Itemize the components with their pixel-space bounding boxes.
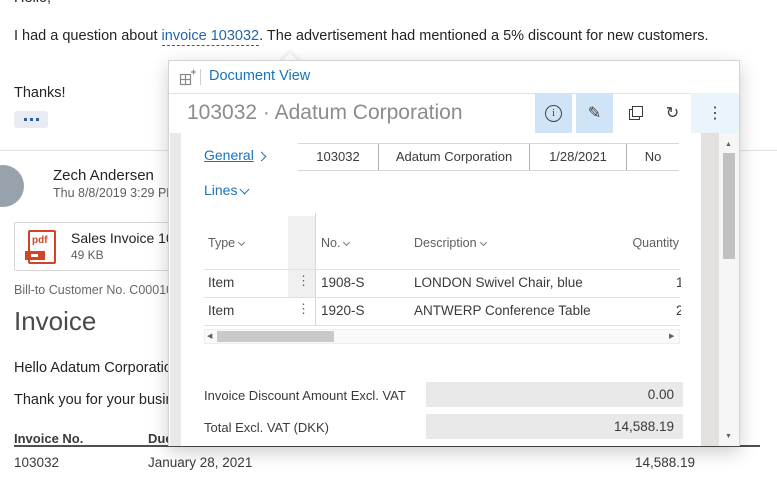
info-icon: i <box>545 105 562 122</box>
discount-value-field[interactable]: 0.00 <box>426 382 683 407</box>
question-suffix: . The advertisement had mentioned a 5% d… <box>259 28 708 44</box>
summary-due-date: January 28, 2021 <box>148 455 252 470</box>
horizontal-scrollbar-thumb[interactable] <box>217 331 334 342</box>
pdf-icon-label: pdf <box>32 235 48 246</box>
pencil-icon: ✎ <box>588 103 601 123</box>
grid-line <box>204 325 680 326</box>
chevron-down-icon <box>479 239 486 246</box>
chevron-down-icon <box>240 185 250 195</box>
document-view-link[interactable]: Document View <box>209 68 310 84</box>
attachment-size: 49 KB <box>71 248 104 262</box>
general-field-flag[interactable]: No <box>626 144 679 170</box>
content-left-gutter <box>170 133 181 446</box>
show-trimmed-content-button[interactable] <box>14 111 48 128</box>
row-menu-icon[interactable]: ⋮ <box>297 302 310 316</box>
line-quantity: 2 <box>676 303 681 318</box>
line-type: Item <box>208 275 234 290</box>
chevron-down-icon <box>238 239 245 246</box>
email-reading-pane: Hello, I had a question about invoice 10… <box>0 0 777 503</box>
discount-label: Invoice Discount Amount Excl. VAT <box>204 388 406 403</box>
toolbar-divider <box>200 69 201 85</box>
body-line-1: Hello Adatum Corporation, <box>14 360 184 376</box>
attachment-name: Sales Invoice 10 <box>71 230 174 246</box>
edit-button[interactable]: ✎ <box>576 93 613 133</box>
general-field-customer[interactable]: Adatum Corporation <box>378 144 529 170</box>
invoice-heading: Invoice <box>14 306 96 337</box>
line-no: 1920-S <box>321 303 365 318</box>
scroll-down-icon[interactable]: ▼ <box>725 433 732 440</box>
chevron-right-icon <box>256 152 266 162</box>
question-prefix: I had a question about <box>14 28 162 44</box>
invoice-link[interactable]: invoice 103032 <box>162 28 260 46</box>
info-button[interactable]: i <box>535 93 572 133</box>
general-section-link[interactable]: General <box>204 147 265 163</box>
general-section-label: General <box>204 147 254 163</box>
refresh-icon: ↻ <box>666 103 679 123</box>
vertical-ellipsis-icon: ⋮ <box>707 103 723 123</box>
copy-icon <box>629 106 643 120</box>
chevron-down-icon <box>343 239 350 246</box>
ellipsis-icon <box>24 118 27 121</box>
total-excl-vat-field[interactable]: 14,588.19 <box>426 414 683 439</box>
scroll-left-icon[interactable]: ◀ <box>207 333 212 340</box>
sender-name: Zech Andersen <box>53 167 154 184</box>
content-right-gutter <box>701 133 719 446</box>
pdf-icon: pdf <box>28 230 56 264</box>
scroll-right-icon[interactable]: ▶ <box>669 333 674 340</box>
refresh-button[interactable]: ↻ <box>654 93 691 133</box>
avatar[interactable] <box>0 165 24 207</box>
popup-toolbar: Document View <box>169 61 739 94</box>
bill-to-line: Bill-to Customer No. C00010 <box>14 283 173 297</box>
email-question-line: I had a question about invoice 103032. T… <box>14 28 709 44</box>
lines-section-label: Lines <box>204 182 237 198</box>
scroll-up-icon[interactable]: ▲ <box>725 141 732 148</box>
summary-col1-header: Invoice No. <box>14 431 83 446</box>
email-greeting: Hello, <box>14 0 51 6</box>
sent-timestamp: Thu 8/8/2019 3:29 PM <box>53 186 177 200</box>
summary-amount: 14,588.19 <box>520 455 695 470</box>
column-header-no[interactable]: No. <box>321 236 349 250</box>
line-description: ANTWERP Conference Table <box>414 303 591 318</box>
grid-line <box>204 269 680 270</box>
column-header-description[interactable]: Description <box>414 236 486 250</box>
copy-button[interactable] <box>617 93 654 133</box>
column-header-type[interactable]: Type <box>208 236 244 250</box>
grid-line <box>204 297 680 298</box>
more-options-button[interactable]: ⋮ <box>691 93 739 133</box>
summary-invoice-no: 103032 <box>14 455 59 470</box>
general-fields-row: 103032 Adatum Corporation 1/28/2021 No <box>298 143 679 171</box>
record-title: 103032 · Adatum Corporation <box>187 101 463 125</box>
record-action-bar: i ✎ ↻ ⋮ <box>535 93 739 133</box>
line-no: 1908-S <box>321 275 365 290</box>
row-menu-icon[interactable]: ⋮ <box>297 274 310 288</box>
line-type: Item <box>208 303 234 318</box>
line-quantity: 1 <box>676 275 681 290</box>
document-view-popup: Document View 103032 · Adatum Corporatio… <box>168 60 740 446</box>
general-field-date[interactable]: 1/28/2021 <box>529 144 626 170</box>
lines-section-link[interactable]: Lines <box>204 182 248 198</box>
email-signoff: Thanks! <box>14 85 66 101</box>
vertical-scrollbar-thumb[interactable] <box>723 153 735 259</box>
page-grid-icon[interactable] <box>179 69 196 86</box>
line-description: LONDON Swivel Chair, blue <box>414 275 583 290</box>
general-field-no[interactable]: 103032 <box>298 144 378 170</box>
total-excl-vat-label: Total Excl. VAT (DKK) <box>204 420 329 435</box>
column-header-quantity[interactable]: Quantity <box>589 236 679 250</box>
